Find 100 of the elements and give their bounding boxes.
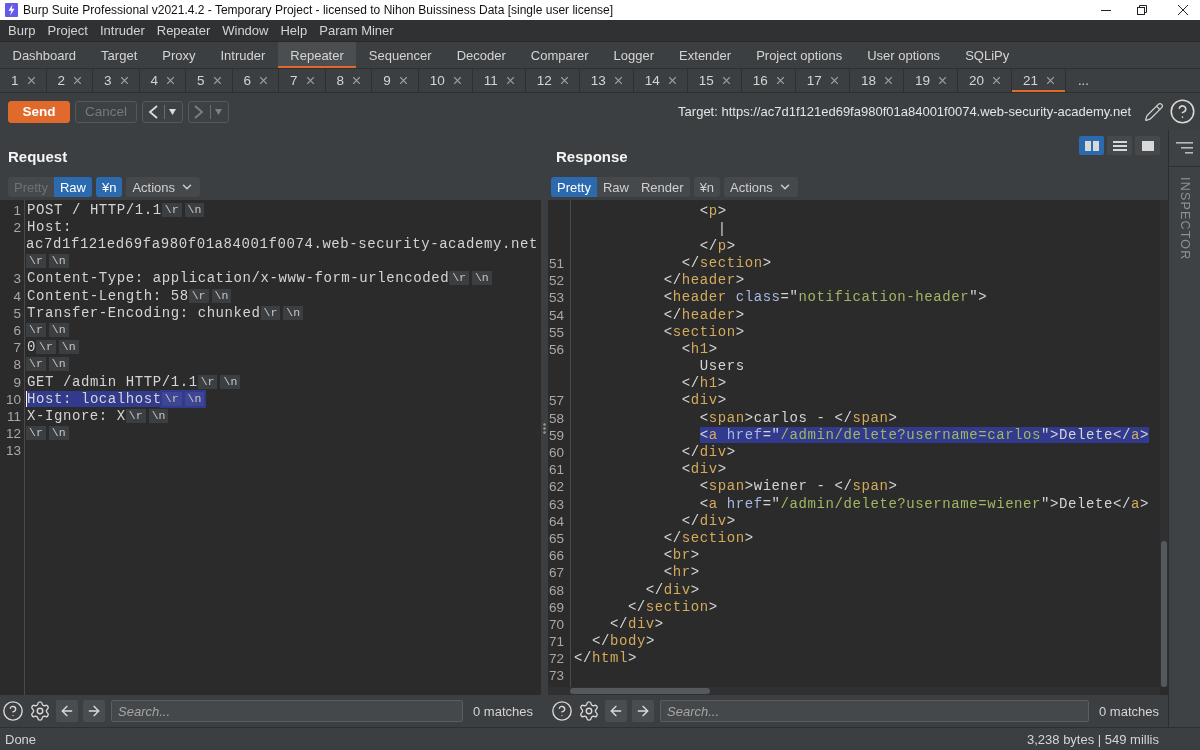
close-icon[interactable] (1178, 5, 1188, 15)
code-text: Host: ac7d1f121ed69fa980f01a84001f0074.web-security-academy.net (26, 218, 538, 252)
search-field[interactable]: Search... (111, 700, 463, 722)
numbered-tab[interactable]: 20 (957, 69, 1012, 92)
line-number: 8 (12, 356, 22, 374)
line-ending-marker: \n (48, 254, 69, 269)
tool-tab[interactable]: Decoder (444, 42, 519, 68)
tool-tab[interactable]: Project options (743, 42, 855, 68)
help-icon[interactable] (1169, 98, 1196, 125)
view-tab[interactable]: Pretty (551, 177, 597, 197)
response-editor[interactable] (548, 200, 1168, 695)
menu-item[interactable]: Window (216, 20, 275, 41)
tool-tab[interactable]: Proxy (149, 42, 208, 68)
numbered-tab[interactable]: 18 (849, 69, 904, 92)
code-line: </section> (663, 529, 754, 546)
line-number: 65 (548, 529, 566, 548)
view-tab[interactable]: Raw (596, 177, 635, 197)
newline-toggle[interactable]: ¥n (693, 177, 721, 197)
actions-dropdown[interactable]: Actions (126, 177, 201, 197)
numbered-tab[interactable]: 7 (279, 69, 326, 92)
request-editor[interactable] (0, 200, 541, 695)
code-line: </header> (663, 272, 745, 289)
previous-match-button[interactable] (605, 700, 627, 722)
match-count: 0 matches (473, 703, 533, 719)
actions-dropdown[interactable]: Actions (724, 177, 798, 197)
tool-tab[interactable]: Dashboard (0, 42, 89, 68)
line-number: 66 (548, 547, 566, 565)
scrollbar-thumb[interactable] (570, 688, 710, 694)
tool-tab[interactable]: Extender (666, 42, 744, 68)
tool-tab[interactable]: User options (854, 42, 953, 68)
view-tab[interactable]: Raw (53, 177, 92, 197)
menu-item[interactable]: Burp (2, 20, 42, 41)
tool-tab[interactable]: Intruder (208, 42, 278, 68)
line-number: 70 (548, 615, 566, 634)
code-line: <div> (681, 461, 727, 478)
numbered-tab[interactable]: 16 (741, 69, 796, 92)
scrollbar-thumb[interactable] (1161, 541, 1167, 687)
numbered-tab[interactable]: 2 (46, 69, 94, 92)
line-number: 55 (548, 323, 566, 341)
numbered-tab[interactable]: 21 (1011, 69, 1066, 92)
splitter-grip-icon[interactable] (543, 423, 546, 434)
numbered-tab[interactable]: 5 (186, 69, 233, 92)
previous-match-button[interactable] (56, 700, 78, 722)
numbered-tab[interactable]: 8 (325, 69, 373, 92)
help-icon[interactable] (551, 700, 573, 722)
help-icon[interactable] (2, 700, 24, 722)
menu-item[interactable]: Help (274, 20, 314, 41)
chevron-right-icon (194, 104, 204, 119)
menu-item[interactable]: Project (41, 20, 94, 41)
numbered-tab[interactable]: 11 (472, 69, 526, 92)
settings-icon[interactable] (578, 700, 600, 722)
layout-button[interactable] (1135, 136, 1160, 155)
numbered-tab[interactable]: 15 (687, 69, 742, 92)
view-tab[interactable]: Render (635, 177, 690, 197)
settings-icon[interactable] (29, 700, 51, 722)
restore-icon[interactable] (1137, 5, 1147, 15)
tool-tab[interactable]: SQLiPy (952, 42, 1022, 68)
line-number: 5 (12, 304, 22, 322)
tool-tab[interactable]: Sequencer (356, 42, 445, 68)
numbered-tab[interactable]: 12 (525, 69, 580, 92)
next-match-button[interactable] (83, 700, 105, 722)
more-tabs-button[interactable]: ... (1066, 69, 1101, 92)
numbered-tab[interactable]: 1 (0, 69, 47, 92)
arrow-right-icon (635, 703, 651, 719)
line-ending-marker: \n (220, 374, 241, 389)
code-text: Host: localhost (26, 390, 162, 407)
tool-tab[interactable]: Target (88, 42, 150, 68)
caret-down-icon[interactable] (169, 108, 176, 115)
layout-button[interactable] (1107, 136, 1132, 155)
pencil-icon[interactable] (1144, 101, 1164, 122)
tool-tab[interactable]: Repeater (277, 42, 357, 68)
single-panel-icon (1141, 140, 1154, 151)
numbered-tab[interactable]: 9 (372, 69, 419, 92)
tool-tab[interactable]: Logger (601, 42, 667, 68)
tool-tab[interactable]: Comparer (518, 42, 602, 68)
numbered-tab[interactable]: 4 (139, 69, 187, 92)
numbered-tab[interactable]: 13 (579, 69, 634, 92)
response-stats: 3,238 bytes | 549 millis (1027, 731, 1159, 747)
back-button[interactable] (142, 100, 183, 123)
numbered-tab[interactable]: 3 (93, 69, 140, 92)
menu-item[interactable]: Repeater (150, 20, 217, 41)
code-line: </p> (699, 237, 736, 254)
numbered-tab[interactable]: 10 (418, 69, 473, 92)
line-number: 4 (12, 287, 22, 305)
menu-icon[interactable] (1176, 142, 1193, 154)
numbered-tab[interactable]: 14 (633, 69, 688, 92)
newline-toggle[interactable]: ¥n (96, 177, 123, 197)
next-match-button[interactable] (632, 700, 654, 722)
numbered-tab[interactable]: 6 (232, 69, 280, 92)
numbered-tab[interactable]: 19 (903, 69, 958, 92)
layout-button[interactable] (1079, 136, 1104, 155)
menu-item[interactable]: Intruder (93, 20, 151, 41)
minimize-icon[interactable] (1101, 9, 1111, 11)
line-ending-marker: \n (48, 426, 69, 441)
search-field[interactable]: Search... (660, 700, 1089, 722)
chevron-left-icon (148, 104, 158, 119)
arrow-right-icon (86, 703, 102, 719)
menu-item[interactable]: Param Miner (313, 20, 400, 41)
match-count: 0 matches (1099, 703, 1159, 719)
numbered-tab[interactable]: 17 (795, 69, 850, 92)
